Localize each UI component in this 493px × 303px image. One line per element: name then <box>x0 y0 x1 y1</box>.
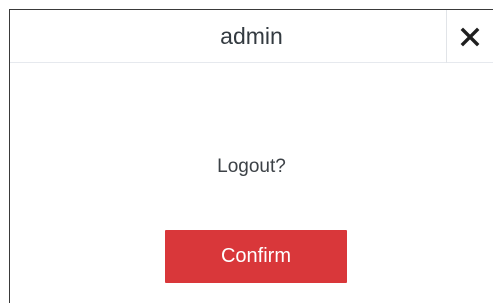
dialog-header: admin <box>10 10 493 63</box>
confirm-button[interactable]: Confirm <box>165 230 347 283</box>
logout-dialog: admin Logout? Confirm <box>9 9 493 303</box>
close-icon <box>460 27 480 46</box>
dialog-title: admin <box>220 23 283 49</box>
logout-message: Logout? <box>217 156 286 177</box>
close-button[interactable] <box>446 10 493 63</box>
